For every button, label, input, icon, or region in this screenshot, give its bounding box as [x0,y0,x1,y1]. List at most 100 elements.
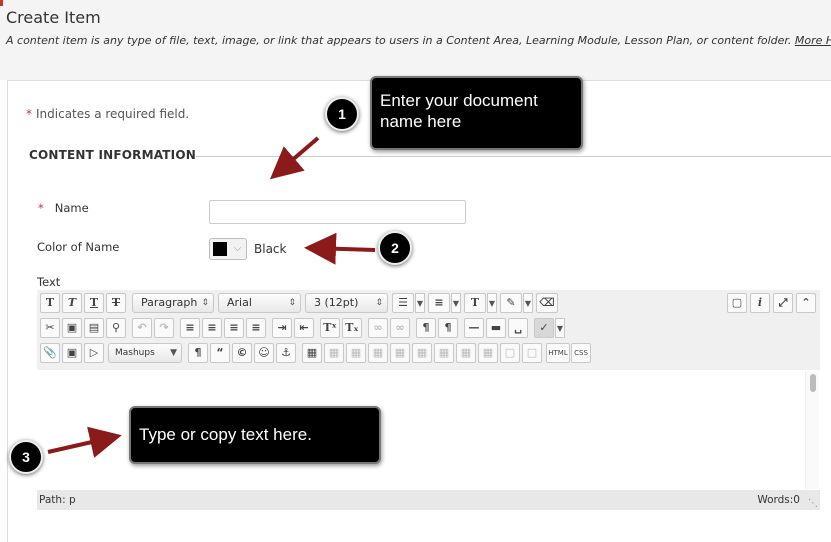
bullet-list-icon[interactable]: ☰ [392,293,414,313]
copyright-icon[interactable]: © [232,343,252,363]
editor-toolbar: T T T T Paragraph ⇕ Arial ⇕ 3 (12pt) ⇕ ☰ ▼ … [37,290,820,370]
collapse-icon[interactable]: ⌃ [796,293,816,313]
strikethrough-icon[interactable]: T [106,293,126,313]
editor-scrollbar[interactable] [805,371,819,489]
ltr-icon[interactable]: ¶ [416,318,436,338]
callout-1: Enter your document name here [370,76,583,150]
text-color-icon[interactable]: T [464,293,486,313]
italic-icon[interactable]: T [62,293,82,313]
split-cells-icon[interactable]: □ [500,343,520,363]
indent-icon[interactable]: ⇥ [272,318,292,338]
insert-image-icon[interactable]: ▣ [62,343,82,363]
superscript-icon[interactable]: Tˣ [320,318,340,338]
table-icon[interactable]: ▦ [302,343,322,363]
preview-icon[interactable]: ▢ [727,293,747,313]
more-help-link[interactable]: More Help [795,34,831,47]
red-corner-mark [0,0,3,6]
paragraph-select[interactable]: Paragraph ⇕ [132,293,214,313]
color-label: Color of Name [37,240,120,254]
required-star: * [26,107,32,121]
chevron-down-icon[interactable]: ▼ [555,318,565,338]
paragraph-mark-icon[interactable]: ¶ [188,343,208,363]
emoticon-icon[interactable]: ☺ [254,343,274,363]
info-icon[interactable]: i [750,293,770,313]
name-label-text: Name [54,201,89,215]
color-picker[interactable]: ⌵ [209,238,247,260]
delete-col-icon[interactable]: ▦ [478,343,498,363]
css-button[interactable]: CSS [571,343,591,363]
eraser-icon[interactable]: ⌫ [536,293,558,313]
bold-icon[interactable]: T [40,293,60,313]
toolbar-row-2: ✂ ▣ ▤ ⚲ ↶ ↷ ≡ ≡ ≡ ≡ ⇥ ⇤ Tˣ Tₓ ∞ ∞ ¶ ¶ — … [37,318,820,344]
table-row-props-icon[interactable]: ▦ [324,343,344,363]
undo-icon[interactable]: ↶ [132,318,152,338]
text-label: Text [37,275,61,289]
name-input[interactable] [209,200,466,224]
spellcheck-icon[interactable]: ✓ [534,318,554,338]
align-left-icon[interactable]: ≡ [180,318,200,338]
horizontal-line-icon[interactable]: — [464,318,484,338]
chevron-down-icon: ⌵ [233,243,242,254]
numbered-list-icon[interactable]: ≡ [428,293,450,313]
nonbreaking-space-icon[interactable]: ␣ [508,318,528,338]
insert-col-before-icon[interactable]: ▦ [434,343,454,363]
subscript-icon[interactable]: Tₓ [342,318,362,338]
cut-icon[interactable]: ✂ [40,318,60,338]
unlink-icon[interactable]: ∞ [390,318,410,338]
font-select[interactable]: Arial ⇕ [218,293,301,313]
paragraph-select-label: Paragraph [141,296,198,309]
copy-icon[interactable]: ▣ [62,318,82,338]
step-badge-1: 1 [325,97,359,131]
select-arrows-icon: ⇕ [375,298,383,308]
size-select-label: 3 (12pt) [314,296,359,309]
table-cell-props-icon[interactable]: ▦ [346,343,366,363]
fullscreen-icon[interactable]: ⤢ [773,293,793,313]
chevron-down-icon[interactable]: ▼ [415,293,425,313]
mashups-select[interactable]: Mashups ▼ [108,343,182,363]
merge-cells-icon[interactable]: □ [522,343,542,363]
delete-row-icon[interactable]: ▦ [412,343,432,363]
select-arrows-icon: ⇕ [288,298,296,308]
blockquote-icon[interactable]: “ [210,343,230,363]
section-title: CONTENT INFORMATION [29,148,196,162]
page-title: Create Item [6,8,101,27]
attach-file-icon[interactable]: 📎 [40,343,60,363]
insert-media-icon[interactable]: ▷ [84,343,104,363]
align-right-icon[interactable]: ≡ [224,318,244,338]
toolbar-row-1: T T T T Paragraph ⇕ Arial ⇕ 3 (12pt) ⇕ ☰ ▼ … [37,293,820,319]
insert-row-after-icon[interactable]: ▦ [390,343,410,363]
name-label: * Name [38,201,89,215]
chevron-down-icon[interactable]: ▼ [487,293,497,313]
redo-icon[interactable]: ↷ [154,318,174,338]
status-word-count: Words:0 [757,494,800,506]
mashups-label: Mashups [115,348,155,358]
required-note-text: Indicates a required field. [36,107,190,121]
underline-icon[interactable]: T [84,293,104,313]
highlight-icon[interactable]: ✎ [500,293,522,313]
chevron-down-icon[interactable]: ▼ [451,293,461,313]
align-center-icon[interactable]: ≡ [202,318,222,338]
section-divider [196,156,831,157]
description-text: A content item is any type of file, text… [6,34,792,47]
find-icon[interactable]: ⚲ [106,318,126,338]
align-justify-icon[interactable]: ≡ [246,318,266,338]
html-source-button[interactable]: HTML [546,343,570,363]
status-path: Path: p [39,494,76,506]
paste-icon[interactable]: ▤ [84,318,104,338]
resize-grip-icon[interactable]: ⋱ [808,494,818,514]
required-note: * Indicates a required field. [26,107,189,121]
callout-3: Type or copy text here. [129,406,381,464]
toolbar-row-3: 📎 ▣ ▷ Mashups ▼ ¶ “ © ☺ ⚓ ▦ ▦ ▦ ▦ ▦ ▦ ▦ ▦… [37,343,820,369]
insert-row-before-icon[interactable]: ▦ [368,343,388,363]
size-select[interactable]: 3 (12pt) ⇕ [305,293,388,313]
select-arrows-icon: ⇕ [201,298,209,308]
outdent-icon[interactable]: ⇤ [294,318,314,338]
scrollbar-thumb[interactable] [810,374,816,392]
link-icon[interactable]: ∞ [368,318,388,338]
editor-status-bar: Path: p Words:0 ⋱ [37,490,820,510]
insert-col-after-icon[interactable]: ▦ [456,343,476,363]
rtl-icon[interactable]: ¶ [438,318,458,338]
chevron-down-icon[interactable]: ▼ [523,293,533,313]
anchor-icon[interactable]: ⚓ [276,343,296,363]
thick-line-icon[interactable]: ▬ [486,318,506,338]
